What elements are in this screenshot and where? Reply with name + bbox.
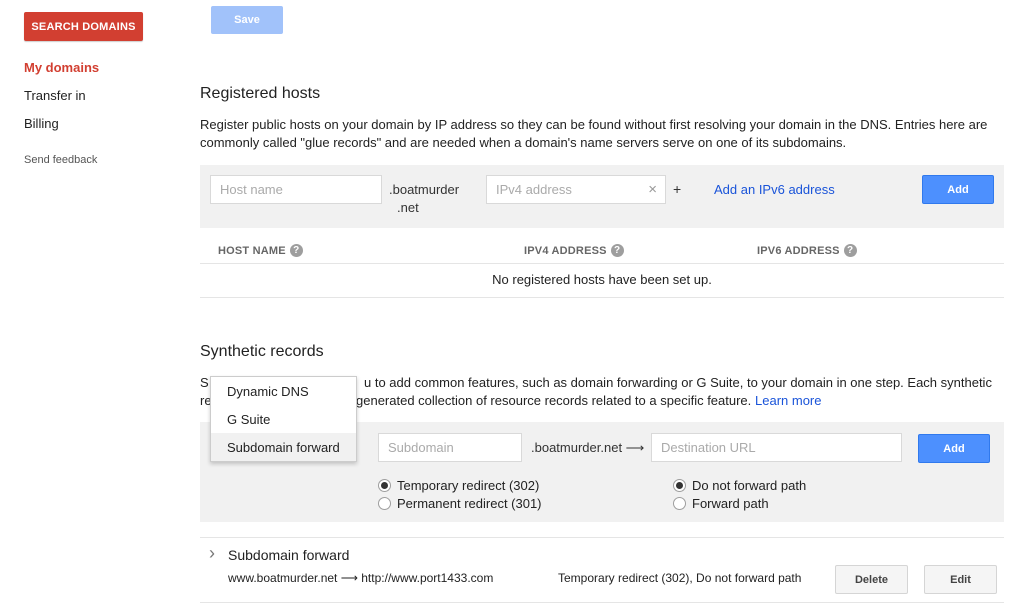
radio-label: Permanent redirect (301): [397, 496, 542, 511]
column-label: IPV6 ADDRESS: [757, 244, 840, 257]
dropdown-option-subdomain-forward[interactable]: Subdomain forward: [211, 433, 356, 461]
column-host-name: HOST NAME ?: [218, 244, 303, 257]
record-mode: Temporary redirect (302), Do not forward…: [558, 571, 802, 585]
help-icon[interactable]: ?: [610, 244, 624, 257]
add-host-button[interactable]: Add: [922, 175, 994, 204]
radio-forward-path[interactable]: Forward path: [673, 496, 769, 511]
empty-hosts-message: No registered hosts have been set up.: [492, 272, 712, 287]
radio-label: Do not forward path: [692, 478, 807, 493]
host-domain-suffix: .boatmurder: [389, 182, 460, 197]
subdomain-input[interactable]: Subdomain: [378, 433, 522, 462]
host-domain-tld: .net: [397, 200, 419, 215]
divider: [200, 537, 1004, 538]
ipv4-placeholder: IPv4 address: [496, 182, 572, 197]
help-icon[interactable]: ?: [843, 244, 857, 257]
registered-hosts-title: Registered hosts: [200, 85, 321, 102]
save-button[interactable]: Save: [211, 6, 283, 34]
plus-icon: +: [673, 181, 682, 197]
synthetic-records-title: Synthetic records: [200, 343, 324, 360]
destination-url-input[interactable]: Destination URL: [651, 433, 902, 462]
dropdown-option-g-suite[interactable]: G Suite: [211, 405, 356, 433]
learn-more-link[interactable]: Learn more: [755, 393, 821, 408]
add-host-panel: Host name .boatmurder .net IPv4 address …: [200, 165, 1004, 228]
registered-hosts-description: Register public hosts on your domain by …: [200, 117, 988, 150]
record-type-dropdown: Dynamic DNS G Suite Subdomain forward: [210, 376, 357, 462]
synthetic-desc-start-1: S: [200, 375, 209, 390]
host-name-input[interactable]: Host name: [210, 175, 382, 204]
radio-label: Temporary redirect (302): [397, 478, 540, 493]
search-domains-button[interactable]: SEARCH DOMAINS: [24, 12, 143, 41]
help-icon[interactable]: ?: [289, 244, 303, 257]
radio-do-not-forward-path[interactable]: Do not forward path: [673, 478, 806, 493]
column-ipv6-address: IPV6 ADDRESS ?: [757, 244, 857, 257]
radio-unselected-icon: [673, 497, 686, 510]
divider: [200, 602, 1004, 603]
edit-button[interactable]: Edit: [924, 565, 997, 594]
clear-icon[interactable]: ×: [648, 181, 657, 198]
column-label: IPV4 ADDRESS: [524, 244, 607, 257]
dropdown-option-dynamic-dns[interactable]: Dynamic DNS: [211, 377, 356, 405]
sidebar-item-billing[interactable]: Billing: [24, 116, 59, 131]
add-synthetic-record-button[interactable]: Add: [918, 434, 990, 463]
radio-temporary-redirect[interactable]: Temporary redirect (302): [378, 478, 539, 493]
radio-permanent-redirect[interactable]: Permanent redirect (301): [378, 496, 542, 511]
ipv4-address-input[interactable]: IPv4 address ×: [486, 175, 666, 204]
column-ipv4-address: IPV4 ADDRESS ?: [524, 244, 624, 257]
divider: [200, 263, 1004, 264]
sidebar: SEARCH DOMAINS My domains Transfer in Bi…: [0, 0, 180, 604]
synthetic-domain-suffix: .boatmurder.net ⟶: [531, 440, 645, 455]
column-label: HOST NAME: [218, 244, 286, 257]
synthetic-desc-end-1: u to add common features, such as domain…: [364, 375, 992, 390]
radio-label: Forward path: [692, 496, 769, 511]
divider: [200, 297, 1004, 298]
expand-chevron-icon[interactable]: ›: [209, 543, 215, 564]
send-feedback-link[interactable]: Send feedback: [24, 154, 97, 166]
sidebar-item-transfer-in[interactable]: Transfer in: [24, 88, 86, 103]
radio-selected-icon: [378, 479, 391, 492]
radio-selected-icon: [673, 479, 686, 492]
delete-button[interactable]: Delete: [835, 565, 908, 594]
synthetic-desc-end-2: generated collection of resource records…: [356, 393, 752, 408]
radio-unselected-icon: [378, 497, 391, 510]
add-ipv6-link[interactable]: Add an IPv6 address: [714, 182, 835, 197]
record-mapping: www.boatmurder.net ⟶ http://www.port1433…: [228, 571, 494, 585]
record-title: Subdomain forward: [228, 547, 350, 563]
sidebar-item-my-domains[interactable]: My domains: [24, 60, 99, 75]
